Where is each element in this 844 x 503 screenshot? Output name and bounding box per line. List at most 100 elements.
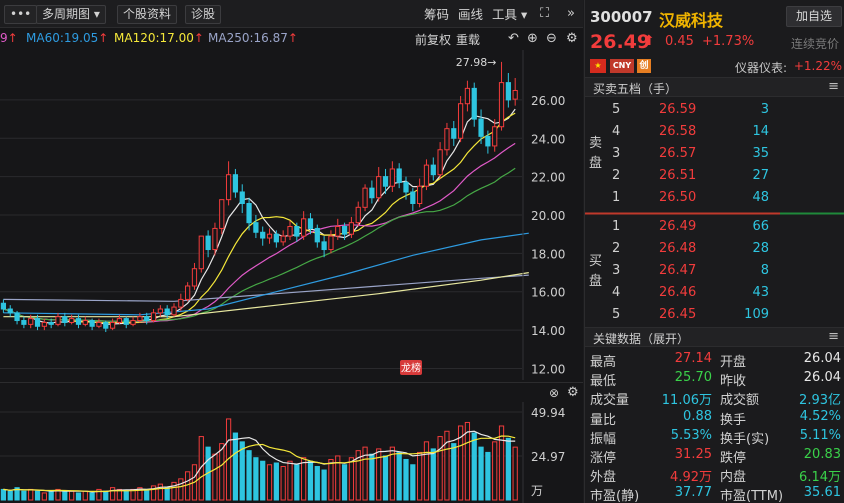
candle[interactable] [321,236,327,258]
keydata-menu-icon[interactable]: ≡ [828,329,839,344]
volume-bar[interactable] [287,460,293,501]
candle[interactable] [410,188,416,212]
volume-bar[interactable] [62,490,68,501]
candle[interactable] [369,180,375,204]
volume-bar[interactable] [451,443,457,501]
candle[interactable] [457,96,464,143]
candle[interactable] [239,184,245,214]
volume-bar[interactable] [314,466,320,501]
volume-bar[interactable] [69,490,75,501]
bid-row[interactable]: 5 26.45 109 [585,304,844,326]
candle[interactable] [109,318,116,331]
collapse-panel-icon[interactable]: » [567,6,575,22]
volume-bar[interactable] [273,462,279,501]
undo-icon[interactable]: ↶ [508,31,519,46]
volume-bar[interactable] [478,446,484,501]
settings-gear-icon[interactable]: ⚙ [566,31,578,46]
ask-row[interactable]: 4 26.58 14 [585,121,844,143]
candle[interactable] [498,61,505,131]
zoom-in-icon[interactable]: ⊕ [527,31,538,46]
bid-row[interactable]: 3 26.47 8 [585,260,844,282]
indicator-settings-icon[interactable]: ⚙ [567,385,579,400]
volume-bar[interactable] [103,490,109,501]
volume-bar[interactable] [423,441,430,501]
volume-bar[interactable] [294,464,300,501]
volume-bar[interactable] [82,490,88,501]
ask-row[interactable]: 5 26.59 3 [585,99,844,121]
ask-row[interactable]: 1 26.50 48 [585,187,844,209]
candle[interactable] [150,309,157,323]
candle[interactable] [191,262,198,290]
candle[interactable] [417,178,423,208]
volume-bar[interactable] [492,441,498,501]
candle[interactable] [260,226,266,246]
candle[interactable] [314,224,320,248]
candle[interactable] [123,316,129,329]
candle[interactable] [232,168,239,198]
volume-bar[interactable] [48,490,54,501]
candle[interactable] [219,199,225,235]
candle[interactable] [185,282,191,302]
volume-bar[interactable] [123,490,129,501]
candle[interactable] [280,230,286,246]
volume-bar[interactable] [109,487,116,501]
volume-bar[interactable] [232,432,239,501]
sector-name[interactable]: 仪器仪表: [735,59,787,76]
more-button[interactable]: ••• [4,5,38,24]
fullscreen-icon[interactable]: ⛶ [540,6,549,22]
candle[interactable] [464,80,471,112]
zoom-out-icon[interactable]: ⊖ [546,31,557,46]
ask-row[interactable]: 3 26.57 35 [585,143,844,165]
volume-bar[interactable] [505,437,511,501]
candle[interactable] [376,167,382,202]
candle[interactable] [41,318,47,331]
volume-bar[interactable] [144,488,150,501]
candle[interactable] [89,318,95,331]
volume-bar[interactable] [260,460,266,501]
volume-bar[interactable] [246,450,252,501]
tools-button[interactable]: 工具 ▾ [492,6,527,23]
candle[interactable] [437,142,443,179]
candle[interactable] [512,78,518,106]
volume-bar[interactable] [164,487,170,501]
candle[interactable] [362,184,368,212]
candle[interactable] [225,161,232,206]
volume-bar[interactable] [417,451,423,501]
candle[interactable] [451,120,457,146]
candle[interactable] [505,73,511,108]
diagnose-button[interactable]: 诊股 [185,5,222,24]
volume-bar[interactable] [307,460,314,501]
candle[interactable] [198,235,204,273]
candle[interactable] [492,119,498,152]
volume-bar[interactable] [212,453,218,501]
orderbook-menu-icon[interactable]: ≡ [828,79,839,94]
candle[interactable] [328,230,334,254]
volume-bar[interactable] [321,469,327,501]
bid-row[interactable]: 4 26.46 43 [585,282,844,304]
candle[interactable] [471,82,477,127]
bid-row[interactable]: 1 26.49 66 [585,216,844,238]
draw-line-button[interactable]: 画线 [458,6,483,23]
volume-bar[interactable] [89,492,95,501]
candle[interactable] [355,201,361,227]
candle[interactable] [171,303,177,317]
candle[interactable] [396,163,402,189]
ask-row[interactable]: 2 26.51 27 [585,165,844,187]
volume-bar[interactable] [157,483,163,501]
volume-bar[interactable] [253,457,259,501]
volume-bar[interactable] [485,451,491,501]
stock-info-button[interactable]: 个股资料 [117,5,178,24]
bid-row[interactable]: 2 26.48 28 [585,238,844,260]
candle[interactable] [444,122,450,156]
volume-bar[interactable] [280,466,286,501]
volume-bar[interactable] [7,490,13,501]
candle[interactable] [178,293,184,311]
volume-bar[interactable] [28,488,34,501]
kline-chart[interactable]: 26.00 24.00 22.00 20.00 18.00 16.00 14.00 12.00… [0,50,583,380]
chip-distribution-button[interactable]: 筹码 [424,6,449,23]
volume-bar[interactable] [266,464,273,501]
candle[interactable] [130,316,136,327]
candle[interactable] [0,299,7,313]
candle[interactable] [423,159,430,191]
volume-bar[interactable] [369,453,375,501]
